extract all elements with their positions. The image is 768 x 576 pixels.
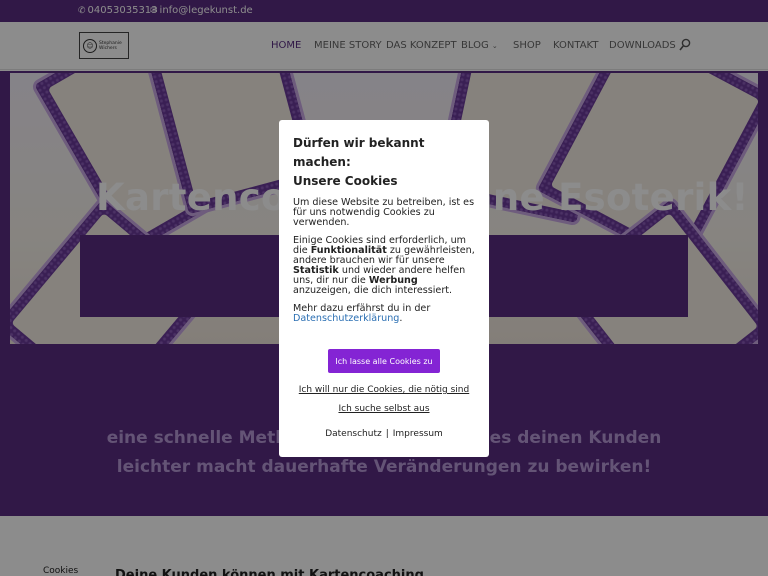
cookies-settings-tab[interactable]: Cookies [43, 566, 78, 576]
accept-all-cookies-button[interactable]: Ich lasse alle Cookies zu [328, 349, 440, 373]
cookie-privacy-text: Mehr dazu erfährst du in der Datenschutz… [293, 303, 431, 324]
cookie-dialog-title-line2: Unsere Cookies [293, 174, 398, 188]
datenschutz-link[interactable]: Datenschutz [325, 429, 382, 439]
footer-separator: | [385, 429, 389, 439]
cookie-purpose-text: Einige Cookies sind erforderlich, um die… [293, 235, 475, 296]
choose-cookies-link[interactable]: Ich suche selbst aus [279, 404, 489, 414]
cookie-dialog-title-line1: Dürfen wir bekannt machen: [293, 136, 425, 169]
cookie-dialog-title: Dürfen wir bekannt machen: Unsere Cookie… [293, 134, 475, 191]
privacy-policy-link[interactable]: Datenschutzerklärung [293, 313, 399, 324]
impressum-link[interactable]: Impressum [393, 429, 443, 439]
necessary-cookies-only-link[interactable]: Ich will nur die Cookies, die nötig sind [279, 385, 489, 395]
cookie-consent-dialog: Dürfen wir bekannt machen: Unsere Cookie… [279, 120, 489, 457]
cookie-intro-text: Um diese Website zu betreiben, ist es fü… [293, 197, 475, 228]
cookie-footer-links: Datenschutz | Impressum [279, 429, 489, 439]
